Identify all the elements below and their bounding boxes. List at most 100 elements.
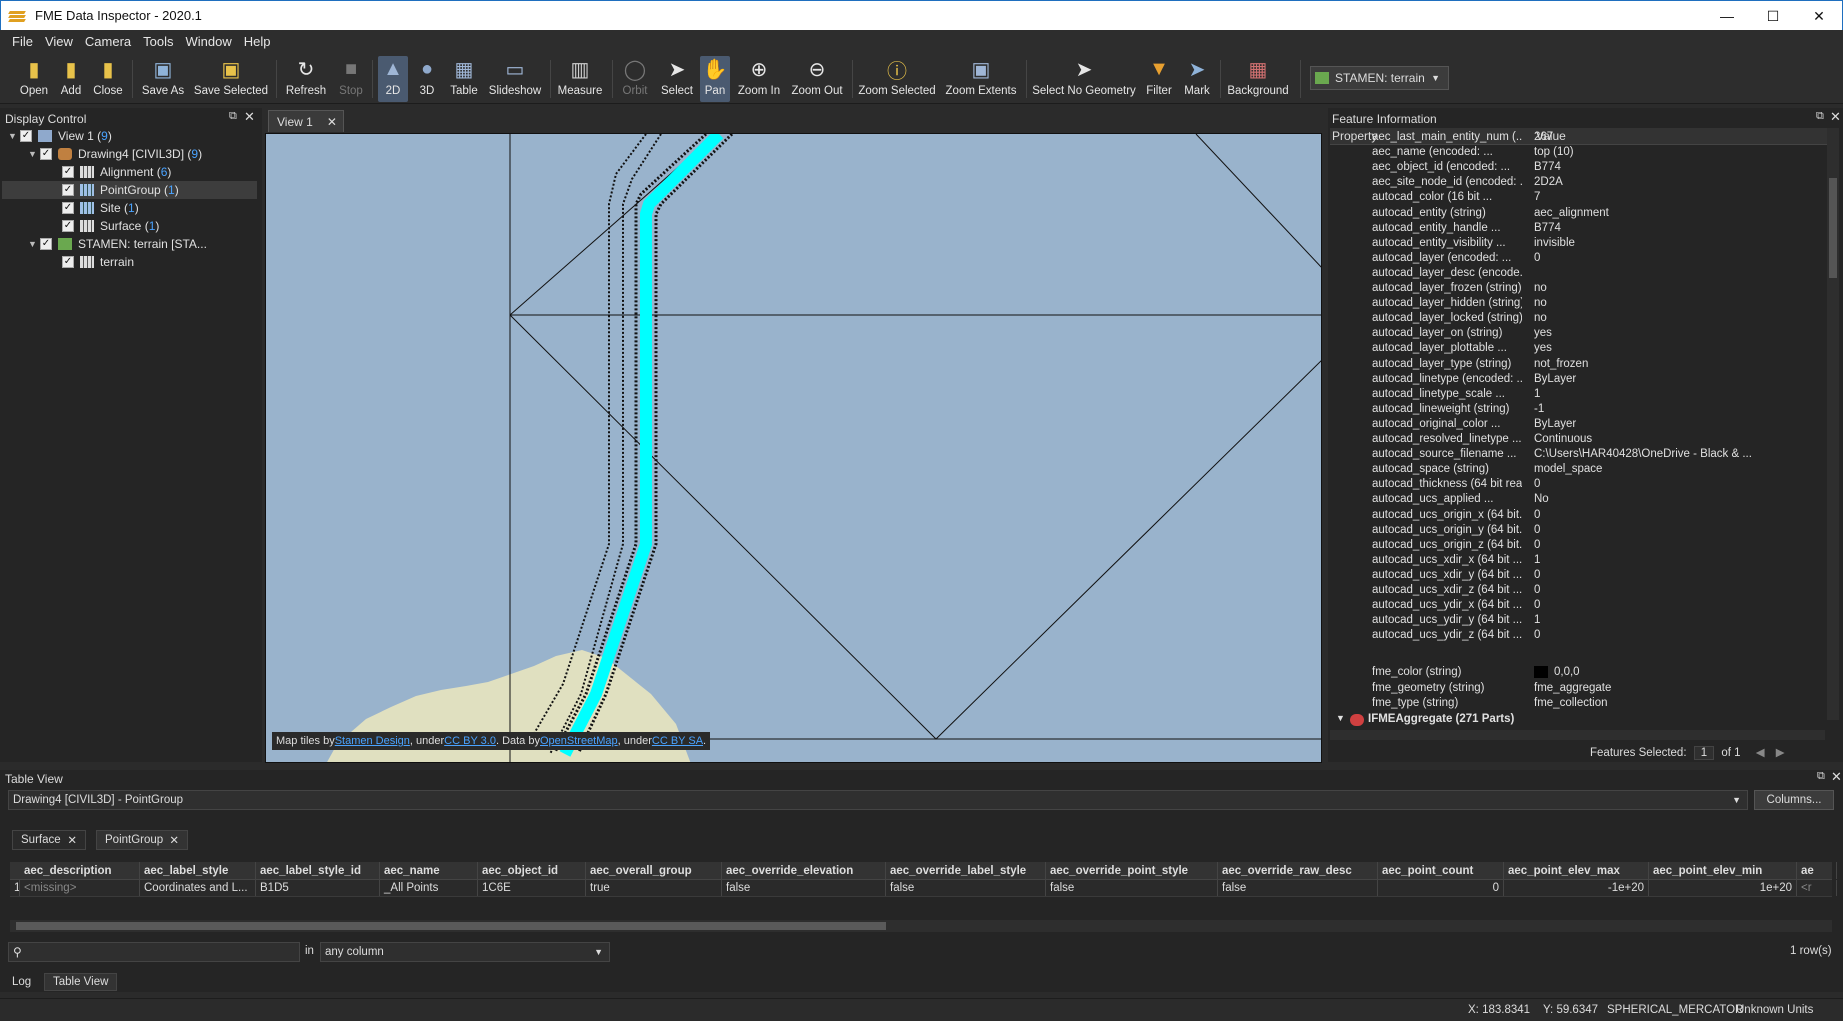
table-cell[interactable]: 1e+20 xyxy=(1649,880,1797,896)
tab-view-1[interactable]: View 1 ✕ xyxy=(268,110,344,132)
feature-index-input[interactable]: 1 xyxy=(1693,746,1715,760)
expand-arrow-icon[interactable]: ▼ xyxy=(1336,713,1345,723)
save-as-button[interactable]: ▣ Save As xyxy=(140,56,186,102)
column-header[interactable]: aec_override_elevation xyxy=(722,862,886,879)
property-row[interactable]: autocad_resolved_linetype ... Continuous xyxy=(1328,433,1828,448)
tree-item-view-1[interactable]: ▼ ✓ View 1 (9) xyxy=(8,127,112,145)
tree-item-pointgroup[interactable]: ✓ PointGroup (1) xyxy=(2,181,257,199)
panel-close-icon[interactable]: ✕ xyxy=(1831,769,1842,785)
property-row[interactable]: autocad_entity (string) aec_alignment xyxy=(1328,207,1828,222)
checkbox[interactable]: ✓ xyxy=(62,220,74,232)
view-2d-button[interactable]: ▲ 2D xyxy=(378,56,408,102)
table-cell[interactable]: false xyxy=(886,880,1046,896)
property-row[interactable]: autocad_ucs_origin_x (64 bit... 0 xyxy=(1328,509,1828,524)
panel-close-icon[interactable]: ✕ xyxy=(244,109,255,125)
table-cell[interactable]: B1D5 xyxy=(256,880,380,896)
checkbox[interactable]: ✓ xyxy=(62,256,74,268)
prev-feature-icon[interactable]: ◀ xyxy=(1756,747,1765,759)
property-row[interactable]: autocad_ucs_ydir_z (64 bit ... 0 xyxy=(1328,629,1828,644)
column-header[interactable]: aec_override_raw_desc xyxy=(1218,862,1378,879)
checkbox[interactable]: ✓ xyxy=(20,130,32,142)
undock-icon[interactable]: ⧉ xyxy=(1816,110,1824,123)
menu-help[interactable]: Help xyxy=(238,34,277,49)
property-row[interactable]: autocad_entity_handle ... B774 xyxy=(1328,222,1828,237)
table-cell[interactable]: -1e+20 xyxy=(1504,880,1649,896)
property-row-fme-geometry[interactable]: fme_geometry (string) fme_aggregate xyxy=(1328,682,1828,697)
table-cell[interactable]: <r xyxy=(1797,880,1837,896)
property-row[interactable]: aec_name (encoded: ... top (10) xyxy=(1328,146,1828,161)
property-row[interactable]: aec_object_id (encoded: ... B774 xyxy=(1328,161,1828,176)
add-button[interactable]: ▮ Add xyxy=(56,56,86,102)
column-header[interactable]: aec_point_count xyxy=(1378,862,1504,879)
tab-close-icon[interactable]: ✕ xyxy=(169,833,179,847)
property-row[interactable]: autocad_layer_locked (string) no xyxy=(1328,312,1828,327)
stamen-design-link[interactable]: Stamen Design xyxy=(335,735,410,747)
property-row[interactable]: autocad_ucs_xdir_x (64 bit ... 1 xyxy=(1328,554,1828,569)
tree-item-drawing4[interactable]: ▼ ✓ Drawing4 [CIVIL3D] (9) xyxy=(28,145,202,163)
expand-arrow-icon[interactable]: ▼ xyxy=(28,239,40,249)
orbit-button[interactable]: ◯ Orbit xyxy=(620,56,650,102)
table-cell[interactable]: <missing> xyxy=(20,880,140,896)
column-header[interactable]: aec_label_style_id xyxy=(256,862,380,879)
tree-item-stamen-terrain[interactable]: ▼ ✓ STAMEN: terrain [STA... xyxy=(28,235,207,253)
view-3d-button[interactable]: ● 3D xyxy=(412,56,442,102)
property-row[interactable]: autocad_layer_desc (encode... xyxy=(1328,267,1828,282)
table-cell[interactable]: Coordinates and L... xyxy=(140,880,256,896)
maximize-icon[interactable]: ☐ xyxy=(1750,1,1796,31)
background-button[interactable]: ▦ Background xyxy=(1226,56,1290,102)
expand-arrow-icon[interactable]: ▼ xyxy=(8,131,20,141)
next-feature-icon[interactable]: ▶ xyxy=(1776,747,1785,759)
property-row[interactable]: autocad_ucs_ydir_x (64 bit ... 0 xyxy=(1328,599,1828,614)
property-row[interactable]: autocad_layer (encoded: ... 0 xyxy=(1328,252,1828,267)
cc-by-link[interactable]: CC BY 3.0 xyxy=(444,735,496,747)
column-header[interactable]: aec_overall_group xyxy=(586,862,722,879)
menu-camera[interactable]: Camera xyxy=(79,34,137,49)
scrollbar-thumb[interactable] xyxy=(16,922,886,930)
menu-file[interactable]: File xyxy=(6,34,39,49)
column-header[interactable]: aec_name xyxy=(380,862,478,879)
stop-button[interactable]: ■ Stop xyxy=(336,56,366,102)
aggregate-row[interactable]: ▼ IFMEAggregate (271 Parts) xyxy=(1328,713,1828,728)
save-selected-button[interactable]: ▣ Save Selected xyxy=(194,56,268,102)
measure-button[interactable]: ▥ Measure xyxy=(558,56,603,102)
property-row[interactable]: autocad_layer_frozen (string) no xyxy=(1328,282,1828,297)
property-row[interactable]: autocad_ucs_xdir_z (64 bit ... 0 xyxy=(1328,584,1828,599)
filter-button[interactable]: ▼ Filter xyxy=(1144,56,1174,102)
tab-surface[interactable]: Surface ✕ xyxy=(12,830,86,850)
tab-table-view[interactable]: Table View xyxy=(44,973,118,991)
search-column-select[interactable]: any column ▼ xyxy=(320,942,610,962)
property-row[interactable]: autocad_layer_on (string) yes xyxy=(1328,327,1828,342)
column-header[interactable]: aec_description xyxy=(20,862,140,879)
zoom-selected-button[interactable]: ⓘ Zoom Selected xyxy=(858,56,935,102)
property-row-fme-type[interactable]: fme_type (string) fme_collection xyxy=(1328,697,1828,712)
checkbox[interactable]: ✓ xyxy=(62,166,74,178)
property-row[interactable]: autocad_linetype_scale ... 1 xyxy=(1328,388,1828,403)
property-row[interactable]: aec_last_main_entity_num (... 267 xyxy=(1328,131,1828,146)
refresh-button[interactable]: ↻ Refresh xyxy=(284,56,328,102)
property-row[interactable]: autocad_ucs_xdir_y (64 bit ... 0 xyxy=(1328,569,1828,584)
property-row[interactable]: autocad_original_color ... ByLayer xyxy=(1328,418,1828,433)
table-cell[interactable]: _All Points xyxy=(380,880,478,896)
checkbox[interactable]: ✓ xyxy=(40,238,52,250)
zoom-out-button[interactable]: ⊖ Zoom Out xyxy=(791,56,842,102)
property-row[interactable]: autocad_layer_hidden (string) no xyxy=(1328,297,1828,312)
map-view[interactable]: Map tiles by Stamen Design, under CC BY … xyxy=(265,133,1322,763)
select-button[interactable]: ➤ Select xyxy=(660,56,694,102)
tab-close-icon[interactable]: ✕ xyxy=(67,833,77,847)
column-header[interactable]: aec_object_id xyxy=(478,862,586,879)
property-row[interactable]: autocad_layer_type (string) not_frozen xyxy=(1328,358,1828,373)
checkbox[interactable]: ✓ xyxy=(40,148,52,160)
table-source-select[interactable]: Drawing4 [CIVIL3D] - PointGroup ▼ xyxy=(8,790,1748,810)
table-cell[interactable]: 1C6E xyxy=(478,880,586,896)
feature-info-scrollbar[interactable] xyxy=(1827,128,1839,720)
pan-button[interactable]: ✋ Pan xyxy=(700,56,730,102)
tab-close-icon[interactable]: ✕ xyxy=(327,115,337,129)
property-row[interactable]: autocad_layer_plottable ... yes xyxy=(1328,342,1828,357)
panel-close-icon[interactable]: ✕ xyxy=(1830,109,1841,125)
undock-icon[interactable]: ⧉ xyxy=(229,110,237,123)
column-header[interactable]: aec_label_style xyxy=(140,862,256,879)
column-header[interactable]: aec_override_point_style xyxy=(1046,862,1218,879)
tree-item-site[interactable]: ✓ Site (1) xyxy=(62,199,139,217)
minimize-icon[interactable]: — xyxy=(1704,1,1750,31)
property-row[interactable]: autocad_entity_visibility ... invisible xyxy=(1328,237,1828,252)
